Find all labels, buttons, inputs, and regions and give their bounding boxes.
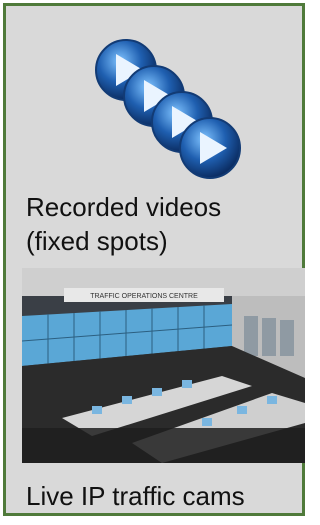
live-traffic-cams-image[interactable]: TRAFFIC OPERATIONS CENTRE xyxy=(22,268,305,463)
live-traffic-cams-label: Live IP traffic cams xyxy=(26,481,245,511)
recorded-videos-label-line1: Recorded videos xyxy=(26,192,222,222)
video-options-panel: Recorded videos (fixed spots) TRAFFIC OP… xyxy=(3,3,305,516)
recorded-videos-label: Recorded videos (fixed spots) xyxy=(26,190,221,258)
play-circle-icon xyxy=(179,117,241,179)
traffic-operations-sign: TRAFFIC OPERATIONS CENTRE xyxy=(90,293,198,300)
recorded-videos-button[interactable] xyxy=(88,34,248,182)
control-room-photo: TRAFFIC OPERATIONS CENTRE xyxy=(22,268,305,463)
recorded-videos-label-line2: (fixed spots) xyxy=(26,226,168,256)
play-stack-icon xyxy=(95,39,241,179)
